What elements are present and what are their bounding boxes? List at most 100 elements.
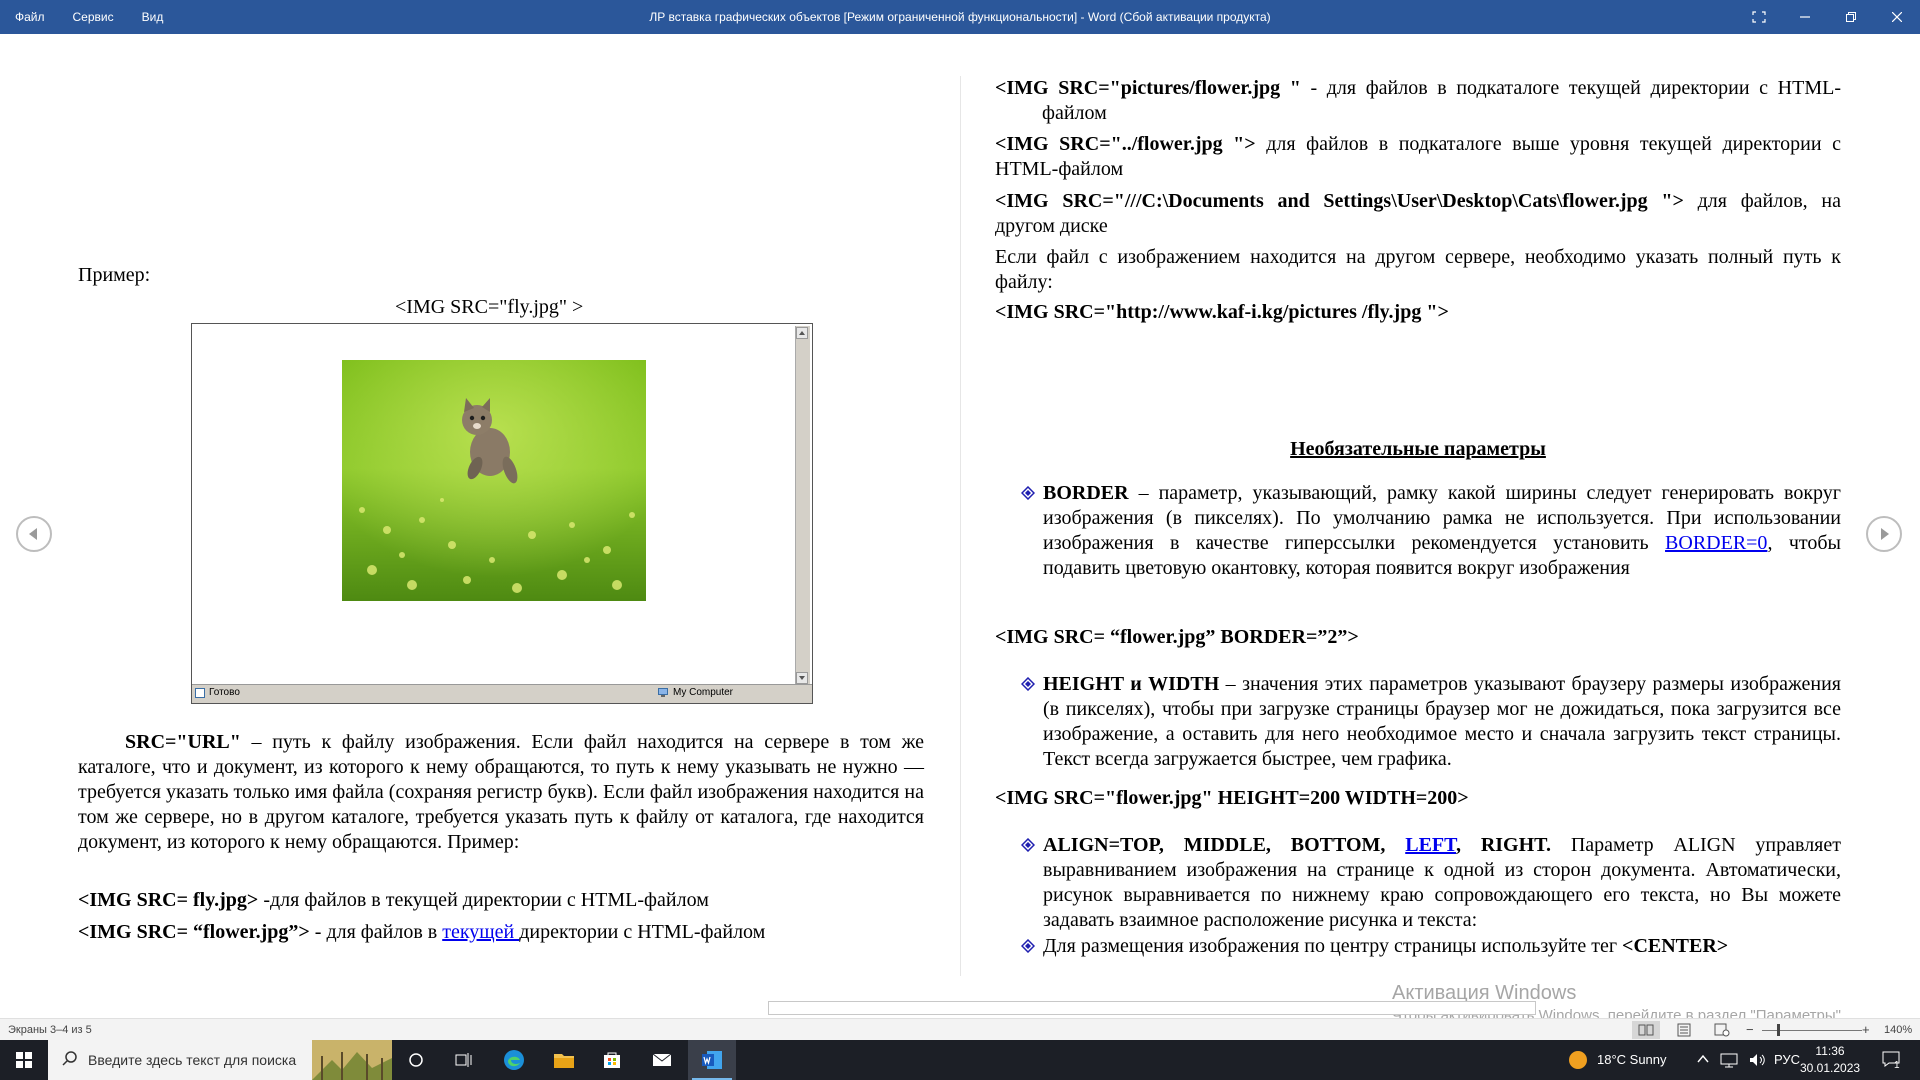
mail-icon [652, 1053, 672, 1066]
minimize-button[interactable] [1782, 0, 1828, 34]
title-bar: Файл Сервис Вид ЛР вставка графических о… [0, 0, 1920, 34]
browser-scrollbar [795, 326, 810, 685]
menu-file[interactable]: Файл [0, 10, 59, 24]
pictures-path-code: <IMG SRC="pictures/flower.jpg " [995, 77, 1301, 99]
search-highlight-image [312, 1040, 392, 1080]
scroll-up-icon [796, 327, 808, 339]
timeline-button[interactable] [440, 1040, 488, 1080]
parent-path-code: <IMG SRC="../flower.jpg "> [995, 133, 1256, 155]
diamond-bullet-icon [1021, 939, 1035, 953]
edge-icon [504, 1050, 524, 1070]
word-icon [702, 1051, 722, 1069]
taskbar: Введите здесь текст для поиска 18°C Sunn… [0, 1040, 1920, 1080]
restore-button[interactable] [1828, 0, 1874, 34]
align-param-term-b: , RIGHT. [1456, 834, 1552, 856]
menu-view[interactable]: Вид [128, 10, 178, 24]
start-button[interactable] [0, 1040, 48, 1080]
optional-params-heading: Необязательные параметры [1290, 438, 1546, 460]
example-line-2: <IMG SRC= “flower.jpg”> - для файлов в т… [78, 921, 765, 944]
height-width-term: HEIGHT и WIDTH [1043, 673, 1220, 695]
example-line-2-text-a: - для файлов в [309, 921, 443, 943]
center-tag-item: Для размещения изображения по центру стр… [1043, 934, 1841, 959]
web-layout-icon [1714, 1023, 1730, 1037]
border-code-example: <IMG SRC= “flower.jpg” BORDER=”2”> [995, 625, 1841, 650]
border-code: <IMG SRC= “flower.jpg” BORDER=”2”> [995, 626, 1359, 648]
chevron-up-icon [1697, 1054, 1709, 1063]
zoom-slider-thumb[interactable] [1777, 1024, 1780, 1036]
document-area[interactable]: Пример: <IMG SRC="fly.jpg" > Готово My C… [0, 34, 1920, 1024]
other-server-paragraph: Если файл с изображением находится на др… [995, 246, 1841, 293]
book-icon [1638, 1024, 1654, 1036]
weather-text[interactable]: 18°C Sunny [1597, 1052, 1667, 1067]
next-screen-button[interactable] [1866, 516, 1902, 552]
example-label: Пример: [78, 264, 151, 286]
height-width-code-example: <IMG SRC="flower.jpg" HEIGHT=200 WIDTH=2… [995, 786, 1841, 811]
computer-icon [658, 688, 668, 697]
taskbar-search-box[interactable]: Введите здесь текст для поиска [48, 1040, 392, 1080]
arrow-right-icon [1881, 528, 1889, 540]
window-title: ЛР вставка графических объектов [Режим о… [649, 10, 1271, 24]
diamond-bullet-icon [1021, 486, 1035, 500]
print-layout-button[interactable] [1670, 1021, 1698, 1039]
clock-date: 30.01.2023 [1800, 1061, 1861, 1075]
img-tag-example: <IMG SRC="fly.jpg" > [395, 296, 584, 318]
restore-icon [1846, 12, 1856, 22]
page-icon [195, 688, 205, 698]
language-indicator[interactable]: РУС [1774, 1052, 1800, 1067]
mail-button[interactable] [638, 1040, 686, 1080]
page-divider [960, 76, 961, 976]
align-param-term-a: ALIGN=TOP, MIDDLE, BOTTOM, [1043, 834, 1406, 856]
explorer-button[interactable] [540, 1040, 588, 1080]
notification-count: 1 [1894, 1060, 1900, 1071]
left-link[interactable]: LEFT [1405, 834, 1456, 856]
minimize-icon [1800, 16, 1810, 18]
zoom-level[interactable]: 140% [1884, 1024, 1912, 1036]
task-view-icon [455, 1053, 472, 1067]
clock[interactable]: 11:36 30.01.2023 [1800, 1043, 1860, 1077]
web-layout-button[interactable] [1708, 1021, 1736, 1039]
close-icon [1892, 12, 1902, 22]
src-url-term: SRC="URL" [125, 731, 241, 753]
volume-icon [1750, 1054, 1765, 1066]
cortana-icon [409, 1053, 423, 1067]
example-line-1-code: <IMG SRC= fly.jpg> [78, 889, 259, 911]
page-counter: Экраны 3–4 из 5 [8, 1024, 92, 1036]
example-line-1: <IMG SRC= fly.jpg> -для файлов в текущей… [78, 889, 709, 912]
network-icon [1720, 1053, 1738, 1068]
horizontal-scrollbar[interactable] [768, 1001, 1536, 1015]
border0-link[interactable]: BORDER=0 [1665, 532, 1767, 554]
focus-mode-button[interactable] [1736, 0, 1782, 34]
kitten-photo [342, 360, 646, 601]
previous-screen-button[interactable] [16, 516, 52, 552]
diamond-bullet-icon [1021, 838, 1035, 852]
store-button[interactable] [588, 1040, 636, 1080]
weather-sun-icon [1569, 1051, 1587, 1069]
notification-center-button[interactable]: 1 [1872, 1040, 1912, 1080]
parent-path-line: <IMG SRC="../flower.jpg "> для файлов в … [995, 132, 1841, 182]
menu-service[interactable]: Сервис [59, 10, 128, 24]
arrow-left-icon [29, 528, 37, 540]
window-controls [1736, 0, 1920, 34]
example-line-1-text: -для файлов в текущей директории с HTML-… [258, 889, 709, 911]
clock-time: 11:36 [1815, 1044, 1845, 1058]
pictures-path-line: <IMG SRC="pictures/flower.jpg " - для фа… [995, 76, 1841, 126]
browser-status-ready: Готово [209, 687, 240, 698]
zoom-in-button[interactable]: + [1862, 1022, 1870, 1037]
example-line-2-code: <IMG SRC= “flower.jpg”> [78, 921, 310, 943]
example-line-2-text-b: директории с HTML-файлом [519, 921, 766, 943]
search-icon [62, 1051, 77, 1066]
task-view-button[interactable] [392, 1040, 440, 1080]
diamond-bullet-icon [1021, 677, 1035, 691]
menu-bar: Файл Сервис Вид [0, 0, 177, 34]
src-url-paragraph: SRC="URL" – путь к файлу изображения. Ес… [78, 730, 924, 855]
align-param-item: ALIGN=TOP, MIDDLE, BOTTOM, LEFT, RIGHT. … [1043, 833, 1841, 933]
edge-button[interactable] [490, 1040, 538, 1080]
close-button[interactable] [1874, 0, 1920, 34]
read-mode-button[interactable] [1632, 1021, 1660, 1039]
disk-path-line: <IMG SRC="///C:\Documents and Settings\U… [995, 189, 1841, 239]
store-icon [604, 1052, 620, 1068]
search-placeholder: Введите здесь текст для поиска [88, 1052, 297, 1068]
word-button[interactable] [688, 1040, 736, 1080]
current-dir-link[interactable]: текущей [442, 921, 519, 943]
zoom-out-button[interactable]: − [1746, 1022, 1754, 1037]
